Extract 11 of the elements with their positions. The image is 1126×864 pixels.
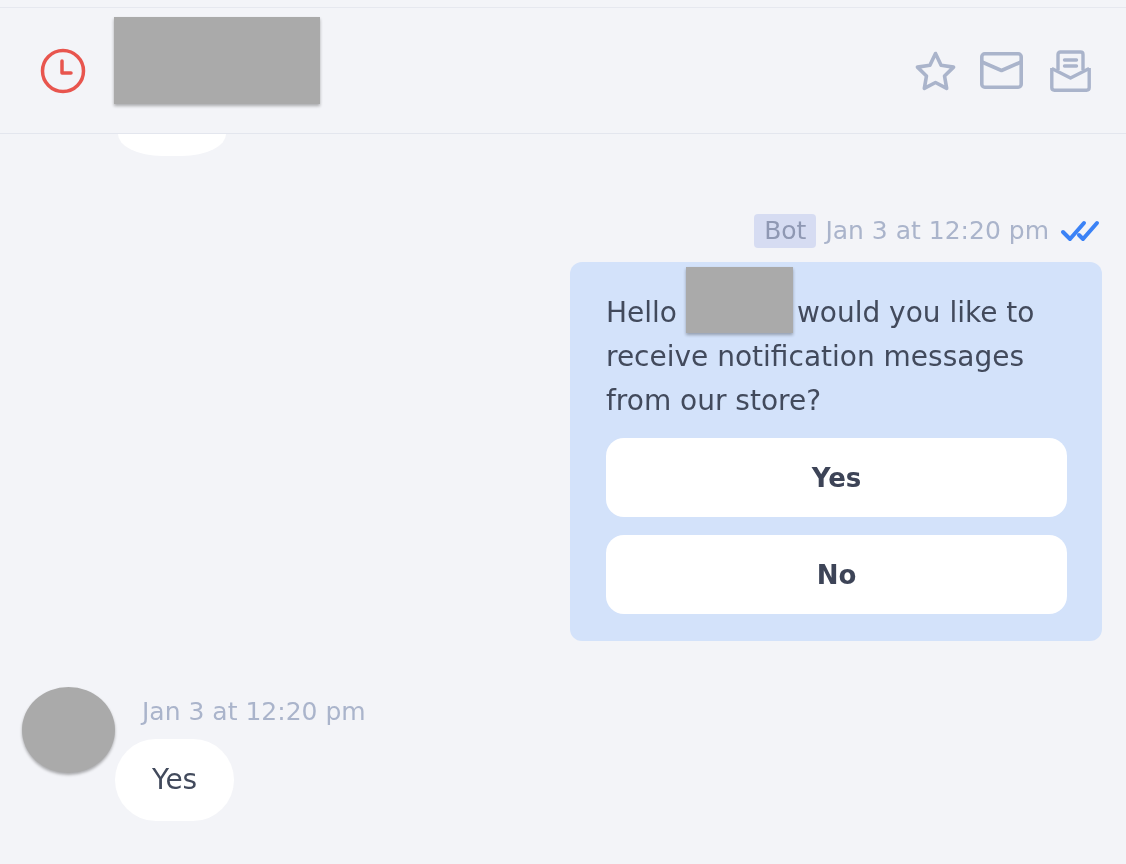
envelope-letter-icon[interactable] [1050, 49, 1091, 92]
clock-icon [40, 47, 86, 94]
envelope-icon[interactable] [980, 52, 1023, 89]
star-icon[interactable] [914, 50, 957, 91]
message-bubble: Yes [115, 739, 235, 821]
message-time: Jan 3 at 12:20 pm [825, 215, 1049, 247]
reply-button[interactable]: Yes [606, 438, 1067, 517]
reply-button[interactable]: No [606, 535, 1067, 614]
sender-tag: Bot [754, 214, 817, 248]
message-text: Hello would you like to receive notification messages from our store? [606, 296, 1035, 417]
message-time: Jan 3 at 12:20 pm [142, 696, 366, 728]
